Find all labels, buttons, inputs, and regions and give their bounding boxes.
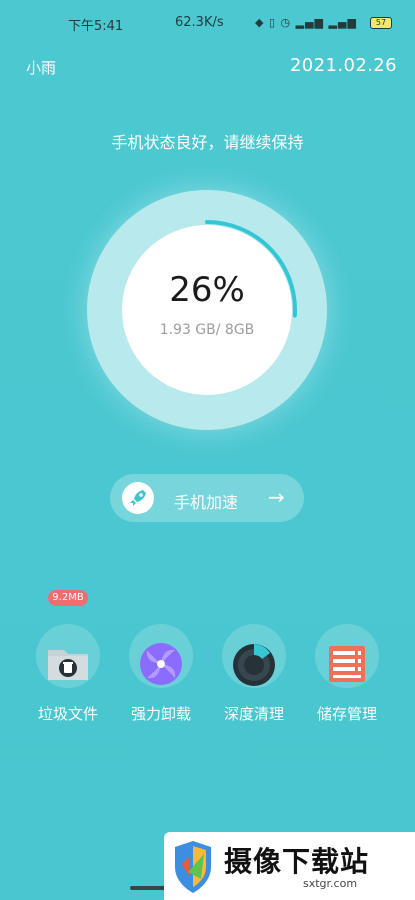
vibrate-icon: ▯: [268, 16, 277, 29]
memory-gauge[interactable]: 26% 1.93 GB/ 8GB: [87, 190, 327, 430]
tool-deep-clean[interactable]: 深度清理: [214, 624, 294, 734]
shield-logo-icon: [175, 841, 211, 893]
pie-chart-icon: [233, 644, 275, 686]
watermark-url: sxtgr.com: [303, 877, 358, 890]
tool-label: 强力卸载: [130, 705, 191, 723]
status-time: 下午5:41: [68, 19, 124, 34]
signal-icon: ▂▄▆: [295, 16, 325, 29]
pinwheel-icon: [140, 643, 182, 685]
arrow-right-icon: →: [268, 485, 285, 509]
tool-label: 垃圾文件: [37, 705, 98, 723]
tool-junk-files[interactable]: 垃圾文件: [28, 624, 108, 734]
memory-usage: 1.93 GB/ 8GB: [159, 322, 255, 338]
tool-label: 储存管理: [316, 705, 377, 723]
status-message: 手机状态良好，请继续保持: [111, 133, 304, 152]
tool-label: 深度清理: [223, 705, 284, 723]
network-speed: 62.3K/s: [175, 15, 224, 30]
battery-icon: 57: [370, 17, 392, 29]
rocket-icon: [122, 482, 154, 514]
user-name: 小雨: [26, 59, 57, 77]
tool-force-uninstall[interactable]: 强力卸载: [121, 624, 201, 734]
watermark-brand: 摄像下载站: [224, 845, 370, 878]
tool-storage-manage[interactable]: 储存管理: [307, 624, 387, 734]
bluetooth-icon: ◆: [255, 16, 265, 29]
boost-label: 手机加速: [174, 493, 239, 512]
current-date: 2021.02.26: [289, 55, 397, 76]
alarm-icon: ◷: [280, 16, 292, 29]
tool-grid: 垃圾文件 强力卸载 深度清理 储存管理: [0, 624, 415, 734]
boost-button[interactable]: 手机加速 →: [110, 474, 304, 522]
status-icons: ◆ ▯ ◷ ▂▄▆ ▂▄▆: [255, 16, 357, 29]
storage-server-icon: [329, 646, 365, 682]
gauge-inner-circle: [122, 225, 292, 395]
memory-percent: 26%: [169, 270, 245, 310]
junk-size-badge: 9.2MB: [48, 590, 88, 606]
watermark: 摄像下载站 sxtgr.com: [164, 832, 415, 900]
status-bar: 下午5:41 62.3K/s ◆ ▯ ◷ ▂▄▆ ▂▄▆ 57: [0, 0, 415, 44]
signal-icon: ▂▄▆: [328, 16, 357, 29]
folder-trash-icon: [48, 650, 88, 680]
